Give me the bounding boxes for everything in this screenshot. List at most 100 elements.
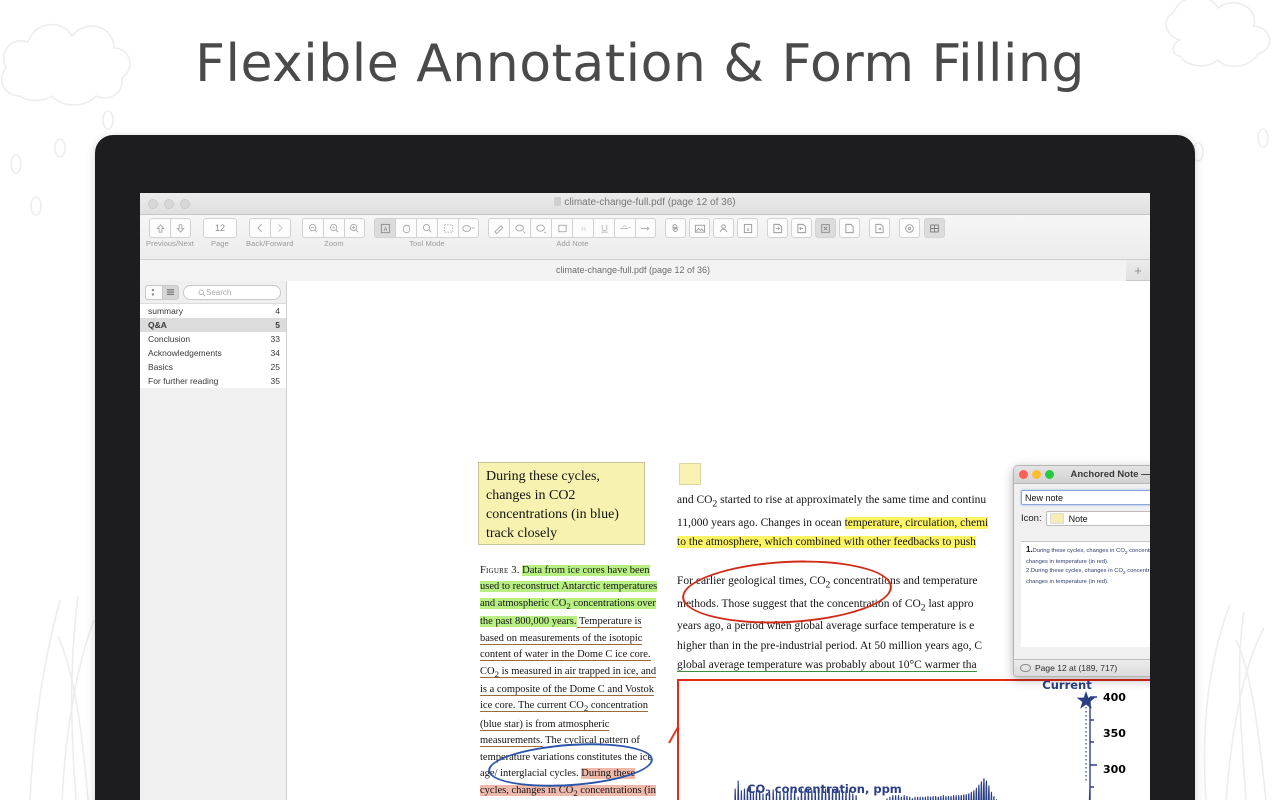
yellow-note-marker-icon[interactable] [679,463,701,485]
toolbar-group-insert: a [665,215,759,239]
square-note-button[interactable] [551,218,573,238]
anchored-note-body: New note Icon: Note ▲▼ [1014,484,1150,647]
previous-button[interactable] [149,218,170,238]
toolbar-label-add-note: Add Note [556,239,589,248]
shape-tool-button[interactable] [458,218,480,238]
image-button[interactable] [689,218,711,238]
toolbar-group-page-ops [767,215,861,239]
insert-page-after-button[interactable] [791,218,813,238]
window-titlebar: climate-change-full.pdf (page 12 of 36) [140,193,1150,215]
zoom-in-button[interactable] [344,218,366,238]
link-button[interactable] [665,218,687,238]
svg-text:Current: Current [1042,681,1092,692]
text-tool-button[interactable]: A [374,218,396,238]
rotate-page-button[interactable] [815,218,837,238]
note-text-area[interactable]: 1.During these cycles, changes in CO2 co… [1021,541,1150,647]
magnify-tool-button[interactable] [416,218,438,238]
note-bubble-icon [1020,664,1031,672]
note-location-label: Page 12 at (189, 717) [1035,663,1118,673]
co2-series-label: CO2 concentration, ppm [747,782,902,798]
sidebar-view-toggle[interactable] [145,284,179,300]
pen-note-button[interactable] [488,218,510,238]
toolbar-label-page: Page [211,239,229,248]
main-toolbar: Previous/Next 12 Page Back/Forward Zoom … [140,215,1150,260]
back-button[interactable] [248,218,270,238]
zoom-out-button[interactable] [302,218,324,238]
note-color-swatch [1049,513,1064,524]
grid-button[interactable] [924,218,946,238]
highlight-note-button[interactable]: H [572,218,594,238]
svg-text:a: a [746,226,749,232]
toolbar-label-back-forward: Back/Forward [246,239,294,248]
hand-tool-button[interactable] [395,218,417,238]
toc-label: Basics [148,362,174,372]
figure-red-box-annotation[interactable]: CO2 concentration, ppm 400 350 300 250 [677,679,1150,800]
toolbar-group-tool-mode: A Tool Mode [374,215,480,248]
search-input[interactable]: Search [183,284,281,300]
toc-row-further-reading[interactable]: For further reading 35 [140,374,286,388]
list-lines-icon[interactable] [162,284,179,300]
toolbar-label-zoom: Zoom [324,239,344,248]
toolbar-label-previous-next: Previous/Next [146,239,194,248]
icon-field-label: Icon: [1021,513,1042,524]
table-of-contents: summary 4 Q&A 5 Conclusion 33 Acknowledg… [140,303,286,388]
toolbar-group-add-note: H Add Note [488,215,657,248]
toc-page: 5 [275,320,280,330]
circle-note-button[interactable] [530,218,552,238]
note-name-input[interactable]: New note [1021,490,1150,505]
extract-page-button[interactable] [839,218,861,238]
toc-page: 35 [270,376,280,386]
signature-button[interactable] [713,218,735,238]
next-button[interactable] [170,218,191,238]
thumbnail-grid-icon[interactable] [145,284,162,300]
toolbar-group-previous-next: Previous/Next [146,215,194,248]
toc-row-conclusion[interactable]: Conclusion 33 [140,332,286,346]
marquee-select-tool-button[interactable] [437,218,459,238]
svg-text:H: H [581,224,586,232]
zoom-actual-button[interactable] [323,218,345,238]
page-title: Flexible Annotation & Form Filling [195,34,1085,94]
toc-row-basics[interactable]: Basics 25 [140,360,286,374]
anchored-note-title: Anchored Note — New note [1070,469,1150,480]
window-title: climate-change-full.pdf (page 12 of 36) [140,197,1150,208]
toc-page: 4 [275,306,280,316]
toolbar-group-misc [899,215,946,239]
toc-row-summary[interactable]: summary 4 [140,304,286,318]
anchored-note-footer: Page 12 at (189, 717) Keep on top [1014,659,1150,676]
new-tab-button[interactable]: + [1126,260,1150,281]
page-number-input[interactable]: 12 [203,218,237,238]
toc-row-acknowledgements[interactable]: Acknowledgements 34 [140,346,286,360]
line-note-button[interactable] [635,218,657,238]
toc-label: Acknowledgements [148,348,222,358]
note-text-line-number: 1. [1026,545,1033,554]
anchored-note-titlebar: Anchored Note — New note [1014,466,1150,484]
toc-page: 25 [270,362,280,372]
svg-text:400: 400 [1103,691,1126,704]
svg-text:A: A [384,226,388,232]
toc-label: Conclusion [148,334,191,344]
tab-climate-change-full[interactable]: climate-change-full.pdf (page 12 of 36) [140,259,1126,281]
oval-note-button[interactable] [509,218,531,238]
svg-text:300: 300 [1103,763,1126,776]
device-screen: climate-change-full.pdf (page 12 of 36) … [140,193,1150,800]
climate-chart: CO2 concentration, ppm 400 350 300 250 [679,681,1150,800]
search-icon [198,289,206,296]
info-circle-button[interactable] [899,218,921,238]
toolbar-group-back-forward: Back/Forward [246,215,293,248]
toc-page: 33 [270,334,280,344]
file-attach-button[interactable]: a [737,218,759,238]
toc-row-qa[interactable]: Q&A 5 [140,318,286,332]
toc-label: For further reading [148,376,219,386]
icon-select-dropdown[interactable]: Note ▲▼ [1045,511,1150,526]
underline-note-button[interactable] [593,218,615,238]
strikeout-note-button[interactable] [614,218,636,238]
anchored-note-window[interactable]: Anchored Note — New note New note Icon: … [1013,465,1150,677]
forward-button[interactable] [269,218,291,238]
pdf-document-icon [554,197,562,206]
sticky-note-popup[interactable]: During these cycles, changes in CO2 conc… [478,462,645,545]
toolbar-group-page: 12 Page [203,215,237,248]
export-button[interactable] [869,218,891,238]
toolbar-group-zoom: Zoom [302,215,366,248]
toolbar-group-export [869,215,891,239]
insert-page-before-button[interactable] [767,218,789,238]
